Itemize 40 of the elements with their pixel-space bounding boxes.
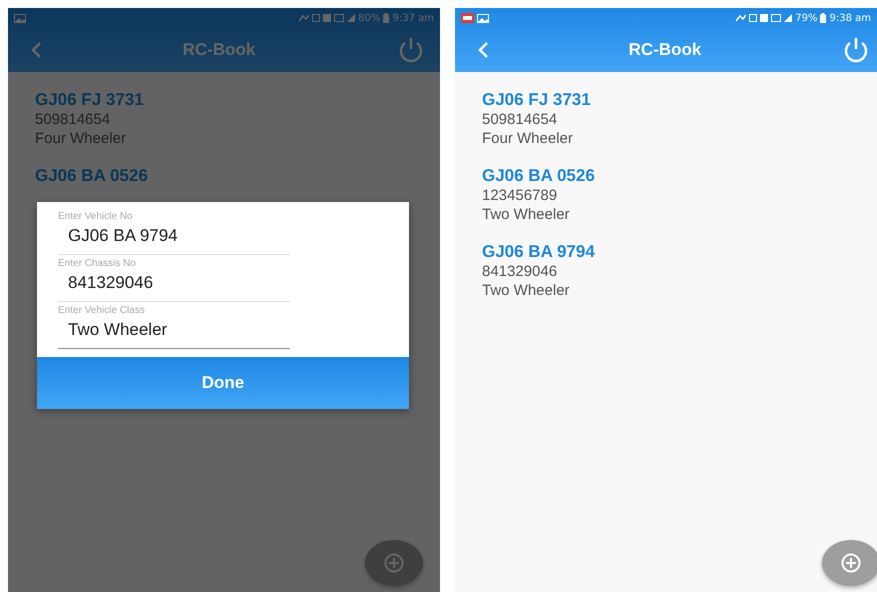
battery-level: 80%: [358, 12, 380, 24]
status-time: 9:38 am: [829, 12, 871, 24]
vehicle-class: Two Wheeler: [482, 281, 571, 300]
signal-icon: [784, 14, 792, 22]
vehicle-number: GJ06 FJ 3731: [482, 90, 592, 110]
add-button[interactable]: [822, 540, 877, 586]
image-icon: [477, 14, 489, 22]
chassis-number: 841329046: [482, 262, 558, 281]
vehicle-class: Two Wheeler: [482, 205, 571, 224]
input-field[interactable]: 841329046: [58, 269, 290, 302]
vehicle-number: GJ06 BA 9794: [482, 242, 596, 262]
battery-icon: [820, 13, 826, 23]
back-icon: [477, 41, 489, 59]
add-icon: [384, 553, 404, 573]
chassis-number: 123456789: [482, 186, 558, 205]
field-label: Enter Vehicle No: [58, 211, 134, 222]
image-icon: [14, 14, 26, 22]
chassis-number: 509814654: [482, 110, 558, 129]
vehicle-class: Four Wheeler: [35, 129, 127, 148]
add-button[interactable]: [365, 540, 423, 586]
input-field[interactable]: GJ06 BA 9794: [58, 222, 290, 255]
app-icon: [461, 13, 474, 23]
back-icon: [30, 41, 42, 59]
vehicle-number: GJ06 BA 0526: [35, 166, 149, 186]
battery-level: 79%: [795, 12, 818, 24]
vehicle-number: GJ06 FJ 3731: [35, 90, 145, 110]
field-label: Enter Vehicle Class: [58, 305, 146, 316]
back-button[interactable]: [477, 41, 489, 59]
back-button[interactable]: [30, 41, 42, 59]
signal-icon: [347, 14, 356, 22]
field-label: Enter Chassis No: [58, 258, 137, 269]
add-icon: [841, 553, 861, 573]
app-title: RC-Book: [628, 40, 702, 60]
app-title: RC-Book: [182, 40, 256, 60]
input-field[interactable]: Two Wheeler: [58, 316, 290, 349]
vehicle-number: GJ06 BA 0526: [482, 166, 596, 186]
battery-icon: [383, 13, 390, 23]
status-time: 9:37 am: [392, 12, 434, 24]
chassis-number: 509814654: [35, 110, 112, 129]
vehicle-class: Four Wheeler: [482, 129, 574, 148]
